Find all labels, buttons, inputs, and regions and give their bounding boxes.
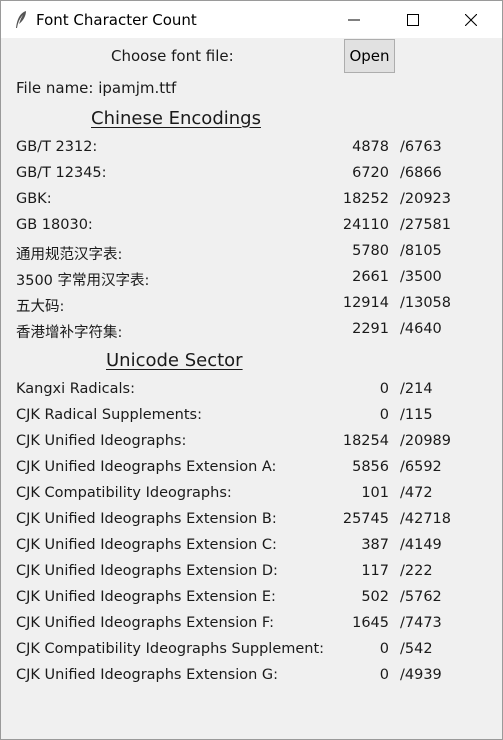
row-total: /3500: [400, 269, 442, 285]
row-label: GBK:: [16, 191, 52, 207]
row-count: 25745: [342, 511, 389, 527]
row-count: 101: [361, 485, 389, 501]
row-total: /20989: [400, 433, 452, 449]
app-window: Font Character Count Choose font file: O…: [0, 0, 503, 740]
row-total: /20923: [400, 191, 452, 207]
row-total: /8105: [400, 243, 442, 259]
row-total: /472: [400, 485, 433, 501]
close-button[interactable]: [448, 1, 494, 38]
row-label: CJK Unified Ideographs Extension E:: [16, 589, 276, 605]
maximize-icon: [407, 14, 419, 26]
close-icon: [465, 14, 477, 26]
file-name-label: File name: ipamjm.ttf: [16, 79, 177, 97]
row-total: /27581: [400, 217, 452, 233]
row-total: /6592: [400, 459, 442, 475]
minimize-button[interactable]: [331, 1, 377, 38]
row-label: CJK Unified Ideographs Extension F:: [16, 615, 274, 631]
row-label: GB/T 2312:: [16, 139, 98, 155]
row-label: GB/T 12345:: [16, 165, 107, 181]
row-count: 6720: [352, 165, 389, 181]
row-count: 117: [361, 563, 389, 579]
row-count: 4878: [352, 139, 389, 155]
row-total: /6866: [400, 165, 442, 181]
row-total: /115: [400, 407, 433, 423]
row-count: 5856: [352, 459, 389, 475]
row-total: /214: [400, 381, 433, 397]
row-label: 3500 字常用汉字表:: [16, 273, 150, 289]
row-label: CJK Radical Supplements:: [16, 407, 203, 423]
row-count: 24110: [342, 217, 389, 233]
row-label: 五大码:: [16, 299, 65, 315]
choose-font-label: Choose font file:: [111, 47, 234, 65]
row-total: /6763: [400, 139, 442, 155]
row-count: 502: [361, 589, 389, 605]
feather-icon: [16, 11, 26, 28]
row-label: 香港增补字符集:: [16, 325, 123, 341]
row-count: 2661: [352, 269, 389, 285]
row-label: CJK Unified Ideographs Extension G:: [16, 667, 279, 683]
row-count: 1645: [352, 615, 389, 631]
row-total: /5762: [400, 589, 442, 605]
row-label: CJK Unified Ideographs Extension A:: [16, 459, 277, 475]
row-count: 2291: [352, 321, 389, 337]
row-count: 12914: [342, 295, 389, 311]
maximize-button[interactable]: [390, 1, 436, 38]
row-count: 0: [379, 667, 389, 683]
row-label: CJK Unified Ideographs:: [16, 433, 187, 449]
minimize-icon: [348, 19, 360, 21]
row-label: CJK Compatibility Ideographs:: [16, 485, 232, 501]
open-button[interactable]: Open: [344, 39, 395, 73]
row-total: /4149: [400, 537, 442, 553]
row-count: 387: [361, 537, 389, 553]
row-count: 18252: [342, 191, 389, 207]
row-label: 通用规范汉字表:: [16, 247, 123, 263]
row-label: GB 18030:: [16, 217, 93, 233]
row-count: 18254: [342, 433, 389, 449]
row-label: CJK Unified Ideographs Extension C:: [16, 537, 277, 553]
row-count: 0: [379, 641, 389, 657]
row-count: 0: [379, 407, 389, 423]
row-count: 0: [379, 381, 389, 397]
unicode-sector-heading: Unicode Sector: [106, 350, 243, 371]
row-label: Kangxi Radicals:: [16, 381, 135, 397]
title-bar[interactable]: Font Character Count: [1, 1, 502, 38]
row-total: /13058: [400, 295, 452, 311]
row-count: 5780: [352, 243, 389, 259]
window-title: Font Character Count: [36, 11, 197, 29]
row-label: CJK Unified Ideographs Extension B:: [16, 511, 277, 527]
row-label: CJK Unified Ideographs Extension D:: [16, 563, 278, 579]
row-total: /542: [400, 641, 433, 657]
row-total: /42718: [400, 511, 452, 527]
row-label: CJK Compatibility Ideographs Supplement:: [16, 641, 325, 657]
row-total: /4939: [400, 667, 442, 683]
chinese-encodings-heading: Chinese Encodings: [91, 108, 261, 129]
row-total: /222: [400, 563, 433, 579]
row-total: /7473: [400, 615, 442, 631]
row-total: /4640: [400, 321, 442, 337]
